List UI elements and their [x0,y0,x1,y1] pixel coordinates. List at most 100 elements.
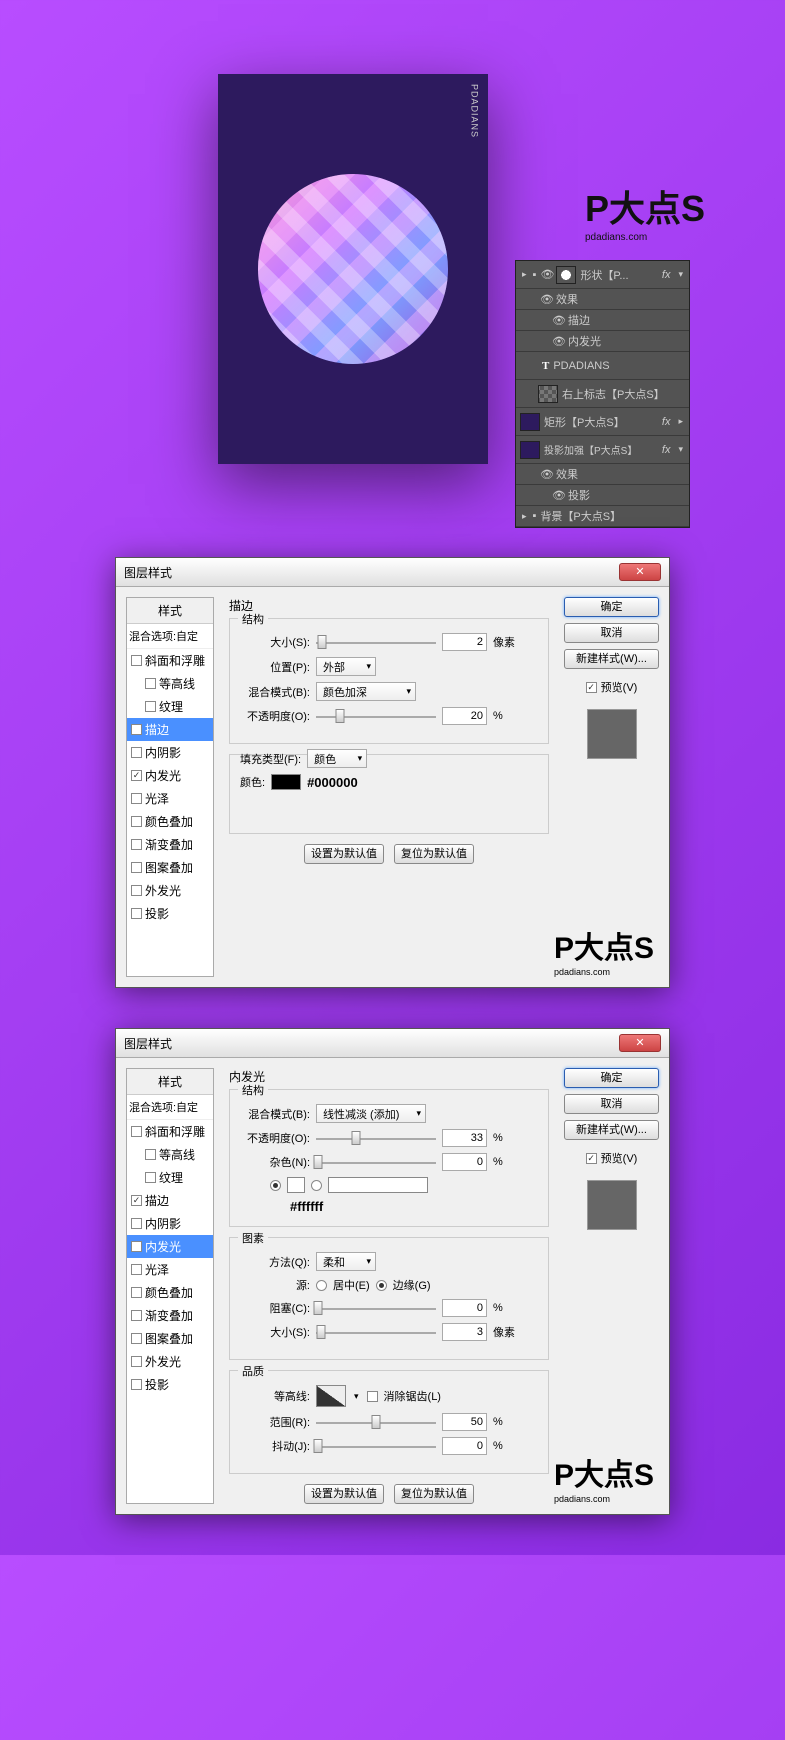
noise-input[interactable] [442,1153,487,1171]
choke-slider[interactable] [316,1300,436,1316]
collapse-icon[interactable]: ▾ [676,269,685,280]
ok-button[interactable]: 确定 [564,597,659,617]
style-item-innerglow[interactable]: 内发光 [127,1235,213,1258]
checkbox[interactable] [131,747,142,758]
checkbox[interactable] [131,1126,142,1137]
checkbox[interactable] [131,1218,142,1229]
style-item-dropshadow[interactable]: 投影 [127,1373,213,1396]
size-input[interactable] [442,1323,487,1341]
style-item-texture[interactable]: 纹理 [127,695,213,718]
fx-icon[interactable]: fx [662,444,673,456]
chevron-down-icon[interactable]: ▾ [352,1391,361,1402]
checkbox[interactable] [131,816,142,827]
style-item-innerglow[interactable]: 内发光 [127,764,213,787]
layers-panel[interactable]: ▸ ▪ 👁 形状【P... fx ▾ 👁 效果 👁 描边 👁 内发光 T PDA… [515,260,690,528]
layer-row-logo[interactable]: 右上标志【P大点S】 [516,380,689,408]
blendmode-dropdown[interactable]: 线性减淡 (添加) [316,1104,426,1123]
cancel-button[interactable]: 取消 [564,623,659,643]
style-item-stroke[interactable]: 描边 [127,1189,213,1212]
checkbox[interactable] [131,1333,142,1344]
fx-icon[interactable]: fx [662,416,673,428]
checkbox[interactable] [131,908,142,919]
checkbox[interactable] [131,724,142,735]
checkbox[interactable] [131,1287,142,1298]
range-slider[interactable] [316,1414,436,1430]
style-item-innershadow[interactable]: 内阴影 [127,741,213,764]
range-input[interactable] [442,1413,487,1431]
expand-icon[interactable]: ▸ [520,269,529,280]
style-item-contour[interactable]: 等高线 [127,1143,213,1166]
layer-row-shape[interactable]: ▸ ▪ 👁 形状【P... fx ▾ [516,261,689,289]
style-item-contour[interactable]: 等高线 [127,672,213,695]
style-item-coloroverlay[interactable]: 颜色叠加 [127,1281,213,1304]
layer-row-effects2[interactable]: 👁 效果 [516,464,689,485]
checkbox[interactable] [131,885,142,896]
blend-options-item[interactable]: 混合选项:自定 [127,1095,213,1120]
dialog-titlebar[interactable]: 图层样式 ✕ [116,1029,669,1058]
layer-row-bg[interactable]: ▸ ▪ 背景【P大点S】 [516,506,689,527]
source-edge-radio[interactable] [376,1280,387,1291]
style-item-satin[interactable]: 光泽 [127,1258,213,1281]
checkbox[interactable] [131,839,142,850]
collapse-icon[interactable]: ▸ [676,416,685,427]
checkbox[interactable] [145,701,156,712]
visibility-icon[interactable]: 👁 [552,489,564,502]
set-default-button[interactable]: 设置为默认值 [304,1484,384,1504]
ok-button[interactable]: 确定 [564,1068,659,1088]
reset-default-button[interactable]: 复位为默认值 [394,844,474,864]
checkbox[interactable] [131,793,142,804]
noise-slider[interactable] [316,1154,436,1170]
technique-dropdown[interactable]: 柔和 [316,1252,376,1271]
checkbox[interactable] [131,1264,142,1275]
visibility-icon[interactable]: 👁 [540,268,552,281]
fx-icon[interactable]: fx [662,269,673,281]
checkbox[interactable] [131,862,142,873]
style-item-bevel[interactable]: 斜面和浮雕 [127,649,213,672]
checkbox[interactable] [586,1153,597,1164]
choke-input[interactable] [442,1299,487,1317]
collapse-icon[interactable]: ▾ [676,444,685,455]
color-swatch[interactable] [271,774,301,790]
style-item-patternoverlay[interactable]: 图案叠加 [127,856,213,879]
checkbox[interactable] [145,1149,156,1160]
layer-row-shadow-effect[interactable]: 👁 投影 [516,485,689,506]
visibility-icon[interactable]: 👁 [552,335,564,348]
color-swatch[interactable] [287,1177,305,1193]
reset-default-button[interactable]: 复位为默认值 [394,1484,474,1504]
dialog-titlebar[interactable]: 图层样式 ✕ [116,558,669,587]
preview-checkbox-row[interactable]: 预览(V) [564,679,659,695]
style-item-outerglow[interactable]: 外发光 [127,1350,213,1373]
layer-row-text[interactable]: T PDADIANS [516,352,689,380]
style-item-gradientoverlay[interactable]: 渐变叠加 [127,833,213,856]
gradient-radio[interactable] [311,1180,322,1191]
close-button[interactable]: ✕ [619,563,661,581]
opacity-input[interactable] [442,1129,487,1147]
checkbox[interactable] [586,682,597,693]
opacity-slider[interactable] [316,1130,436,1146]
jitter-slider[interactable] [316,1438,436,1454]
size-input[interactable] [442,633,487,651]
opacity-slider[interactable] [316,708,436,724]
set-default-button[interactable]: 设置为默认值 [304,844,384,864]
checkbox[interactable] [131,655,142,666]
style-item-patternoverlay[interactable]: 图案叠加 [127,1327,213,1350]
style-item-innershadow[interactable]: 内阴影 [127,1212,213,1235]
checkbox[interactable] [131,1310,142,1321]
style-item-stroke[interactable]: 描边 [127,718,213,741]
layer-row-stroke-effect[interactable]: 👁 描边 [516,310,689,331]
style-item-bevel[interactable]: 斜面和浮雕 [127,1120,213,1143]
checkbox[interactable] [131,1241,142,1252]
checkbox[interactable] [131,1195,142,1206]
antialias-checkbox[interactable] [367,1391,378,1402]
blendmode-dropdown[interactable]: 颜色加深 [316,682,416,701]
style-item-coloroverlay[interactable]: 颜色叠加 [127,810,213,833]
visibility-icon[interactable]: 👁 [552,314,564,327]
jitter-input[interactable] [442,1437,487,1455]
visibility-icon[interactable]: 👁 [540,468,552,481]
checkbox[interactable] [145,1172,156,1183]
opacity-input[interactable] [442,707,487,725]
visibility-icon[interactable]: 👁 [540,293,552,306]
checkbox[interactable] [131,1356,142,1367]
checkbox[interactable] [145,678,156,689]
preview-checkbox-row[interactable]: 预览(V) [564,1150,659,1166]
